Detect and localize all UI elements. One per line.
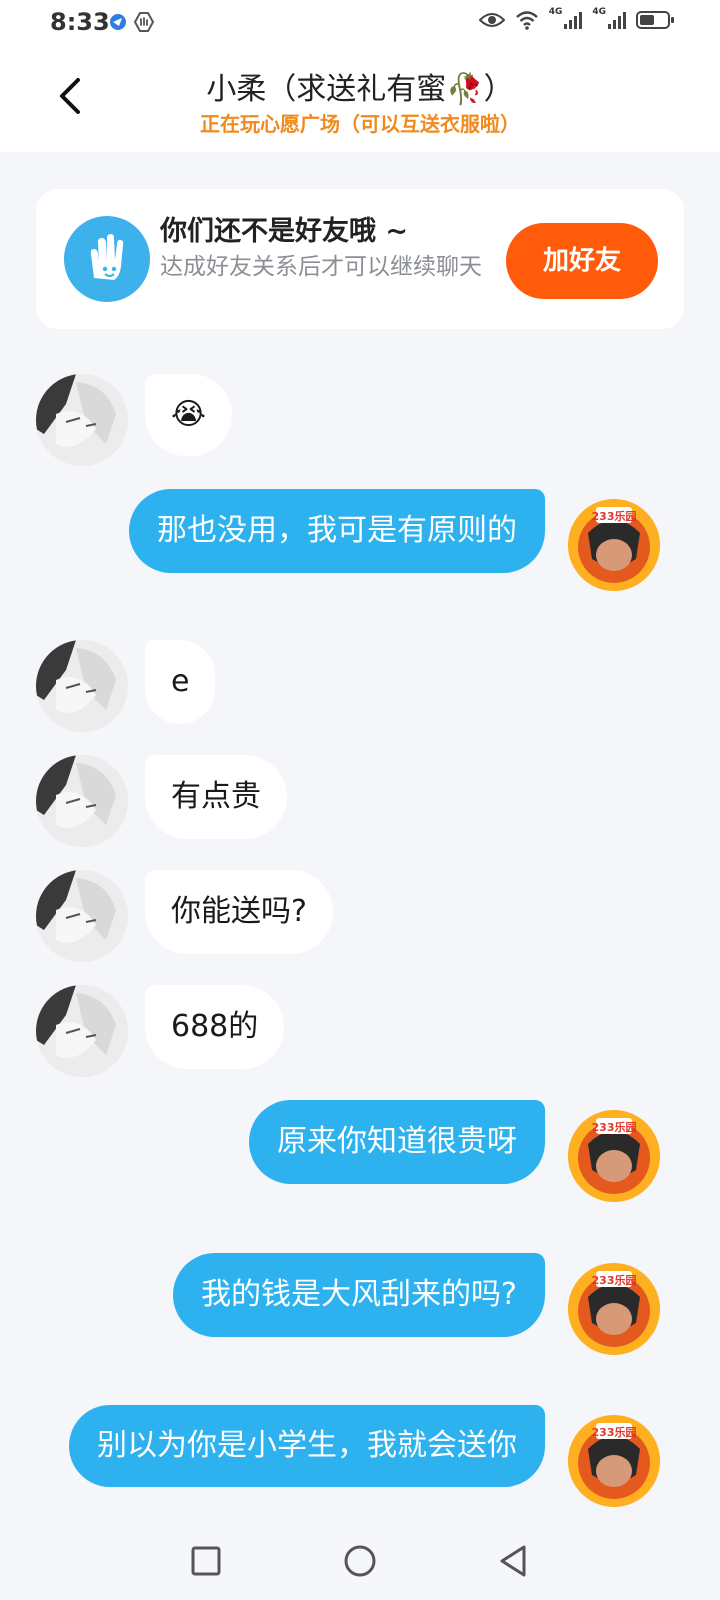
my-avatar[interactable]: 233乐园 bbox=[568, 499, 660, 591]
message-bubble-outgoing: 原来你知道很贵呀 bbox=[249, 1100, 545, 1184]
message-bubble-incoming: e bbox=[145, 640, 216, 724]
wave-hand-icon bbox=[64, 216, 150, 302]
message-bubble-incoming: 你能送吗? bbox=[145, 870, 333, 954]
contact-avatar[interactable] bbox=[36, 374, 128, 466]
add-friend-button[interactable]: 加好友 bbox=[506, 223, 658, 299]
network-type-2: 4G bbox=[592, 7, 606, 17]
chat-header: 小柔（求送礼有蜜🥀） 正在玩心愿广场（可以互送衣服啦） bbox=[0, 46, 720, 152]
my-avatar[interactable]: 233乐园 bbox=[568, 1415, 660, 1507]
wifi-icon bbox=[515, 11, 538, 30]
avatar-badge-text: 233乐园 bbox=[592, 1120, 637, 1134]
chat-subtitle: 正在玩心愿广场（可以互送衣服啦） bbox=[200, 112, 520, 136]
friend-request-card: 你们还不是好友哦 ~ 达成好友关系后才可以继续聊天 加好友 bbox=[36, 189, 684, 329]
contact-avatar[interactable] bbox=[36, 640, 128, 732]
avatar-badge-text: 233乐园 bbox=[592, 509, 637, 523]
system-navigation-bar bbox=[0, 1521, 720, 1600]
status-bar: 8:33 4G 4G bbox=[0, 0, 720, 46]
status-time: 8:33 bbox=[50, 8, 110, 36]
contact-avatar[interactable] bbox=[36, 985, 128, 1077]
recent-apps-icon[interactable] bbox=[188, 1543, 224, 1579]
signal-2-icon bbox=[608, 11, 626, 29]
contact-avatar[interactable] bbox=[36, 755, 128, 847]
message-bubble-incoming: 688的 bbox=[145, 985, 285, 1069]
signal-1-icon bbox=[564, 11, 583, 29]
message-bubble-outgoing: 我的钱是大风刮来的吗? bbox=[173, 1253, 545, 1337]
message-bubble-incoming: 有点贵 bbox=[145, 755, 287, 839]
chat-title: 小柔（求送礼有蜜🥀） bbox=[206, 72, 514, 107]
avatar-badge-text: 233乐园 bbox=[592, 1273, 637, 1287]
contact-avatar[interactable] bbox=[36, 870, 128, 962]
avatar-badge-text: 233乐园 bbox=[592, 1425, 637, 1439]
eye-icon bbox=[478, 13, 505, 27]
my-avatar[interactable]: 233乐园 bbox=[568, 1110, 660, 1202]
message-bubble-incoming: 😭 bbox=[145, 374, 233, 456]
hand-notification-icon bbox=[134, 12, 154, 32]
friend-card-title: 你们还不是好友哦 ~ bbox=[160, 216, 409, 247]
friend-card-description: 达成好友关系后才可以继续聊天 bbox=[160, 254, 482, 280]
browser-icon bbox=[110, 14, 126, 30]
message-bubble-outgoing: 那也没用，我可是有原则的 bbox=[129, 489, 545, 573]
battery-icon bbox=[636, 11, 674, 29]
my-avatar[interactable]: 233乐园 bbox=[568, 1263, 660, 1355]
home-icon[interactable] bbox=[342, 1543, 378, 1579]
back-nav-icon[interactable] bbox=[496, 1543, 532, 1579]
network-type-1: 4G bbox=[548, 7, 563, 17]
message-bubble-outgoing: 别以为你是小学生，我就会送你 bbox=[69, 1405, 545, 1487]
